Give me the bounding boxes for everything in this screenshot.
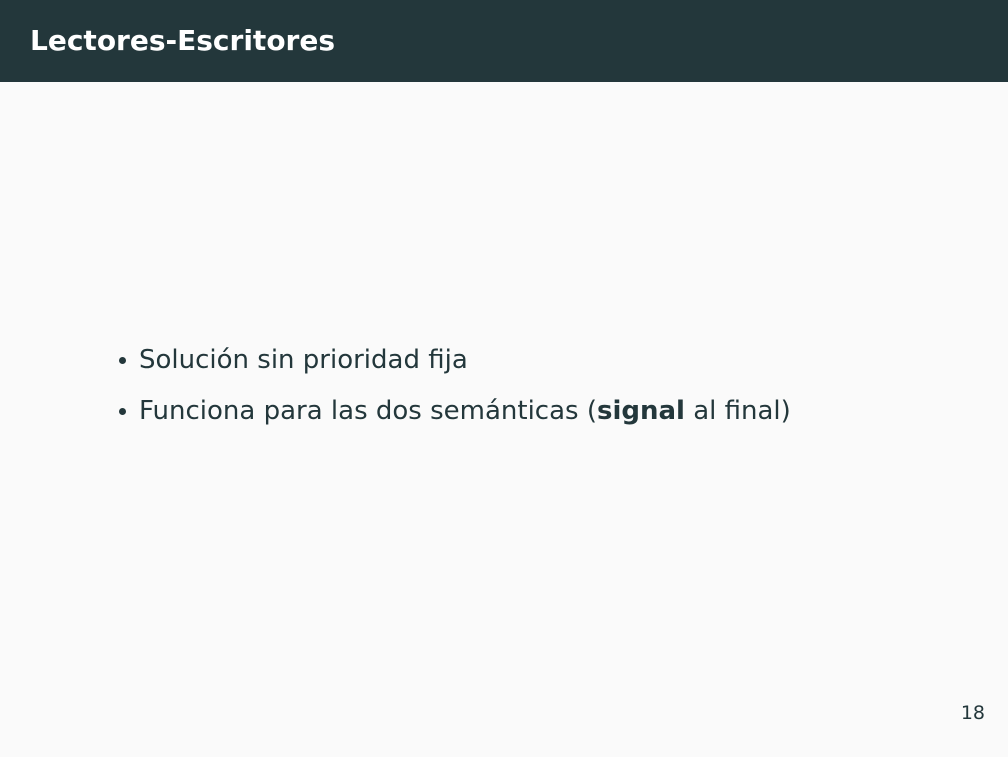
slide-content: Solución sin prioridad fija Funciona par… [116,340,976,442]
bullet-item: Solución sin prioridad fija [116,340,976,380]
page-number: 18 [960,702,985,724]
title-bar: Lectores-Escritores [0,0,1008,82]
bullet-text: Solución sin prioridad fija [139,345,468,375]
bullet-list: Solución sin prioridad fija Funciona par… [116,340,976,431]
bullet-icon [119,357,126,364]
bullet-text-start: Funciona para las dos semánticas ( [139,396,597,426]
bullet-item: Funciona para las dos semánticas (signal… [116,391,976,431]
bullet-icon [119,408,126,415]
bullet-text-end: al final) [684,396,791,426]
slide: Lectores-Escritores Solución sin priorid… [0,0,1008,757]
bullet-emphasis: signal [596,396,685,426]
slide-title: Lectores-Escritores [30,24,336,57]
